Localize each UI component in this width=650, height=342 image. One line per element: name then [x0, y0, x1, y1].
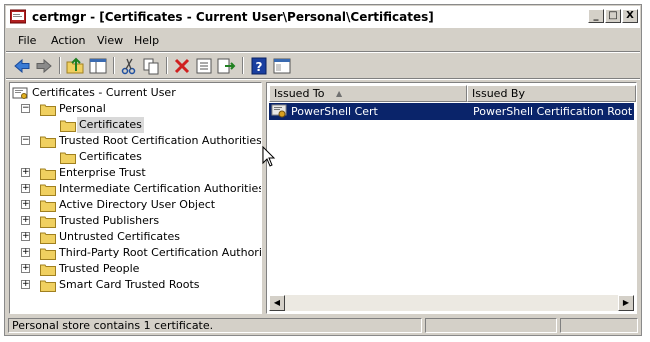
- maximize-button[interactable]: □: [605, 9, 621, 23]
- scroll-left-button[interactable]: ◀: [269, 295, 285, 311]
- back-icon[interactable]: [12, 56, 32, 76]
- expand-toggle[interactable]: +: [21, 200, 30, 209]
- folder-icon: [40, 280, 56, 292]
- folder-icon: [40, 200, 56, 212]
- folder-icon: [60, 152, 76, 164]
- title-bar[interactable]: certmgr - [Certificates - Current User\P…: [6, 6, 640, 28]
- folder-icon: [40, 168, 56, 180]
- collapse-toggle[interactable]: −: [21, 136, 30, 145]
- folder-icon: [40, 264, 56, 276]
- certificate-icon: [271, 104, 287, 118]
- window-title: certmgr - [Certificates - Current User\P…: [32, 10, 434, 24]
- expand-toggle[interactable]: +: [21, 280, 30, 289]
- tree-item-label-selected: Certificates: [77, 117, 144, 133]
- expand-toggle[interactable]: +: [21, 184, 30, 193]
- tree-root-label: Certificates - Current User: [32, 86, 176, 99]
- toolbar-separator: [166, 57, 168, 74]
- menu-separator: [6, 51, 640, 53]
- folder-icon: [40, 184, 56, 196]
- content-area: Certificates - Current User − Personal C…: [9, 82, 637, 314]
- folder-icon: [40, 104, 56, 116]
- menu-help[interactable]: Help: [134, 34, 159, 47]
- copy-icon[interactable]: [141, 56, 161, 76]
- tree-item-label: Smart Card Trusted Roots: [59, 278, 200, 291]
- tree-item-smart-card-roots[interactable]: + Smart Card Trusted Roots: [10, 277, 260, 293]
- forward-icon[interactable]: [34, 56, 54, 76]
- cut-icon[interactable]: [119, 56, 139, 76]
- tree-item-trusted-root[interactable]: − Trusted Root Certification Authorities: [10, 133, 262, 149]
- certificates-snapin-icon: [12, 87, 28, 99]
- status-text: Personal store contains 1 certificate.: [8, 318, 422, 333]
- tree-item-label: Trusted Publishers: [59, 214, 160, 227]
- status-panel-2: [425, 318, 557, 333]
- tree-item-label: Untrusted Certificates: [59, 230, 180, 243]
- column-header-label: Issued To: [274, 87, 325, 100]
- expand-toggle[interactable]: +: [21, 216, 30, 225]
- tree-item-ad-user-object[interactable]: + Active Directory User Object: [10, 197, 260, 213]
- column-header-issued-by[interactable]: Issued By: [467, 85, 636, 102]
- up-folder-icon[interactable]: [65, 56, 85, 76]
- folder-icon: [40, 232, 56, 244]
- tree-item-intermediate-ca[interactable]: + Intermediate Certification Authorities: [10, 181, 262, 197]
- folder-icon: [40, 248, 56, 260]
- column-header-label: Issued By: [472, 87, 525, 100]
- scroll-right-button[interactable]: ▶: [618, 295, 634, 311]
- certmgr-window: certmgr - [Certificates - Current User\P…: [4, 4, 642, 336]
- menu-view[interactable]: View: [97, 34, 123, 47]
- tree-item-third-party-root[interactable]: + Third-Party Root Certification Authori…: [10, 245, 262, 261]
- export-icon[interactable]: [216, 56, 236, 76]
- tree-item-untrusted-certificates[interactable]: + Untrusted Certificates: [10, 229, 260, 245]
- tree-item-trusted-people[interactable]: + Trusted People: [10, 261, 260, 277]
- minimize-button[interactable]: _: [588, 9, 604, 23]
- status-bar: Personal store contains 1 certificate.: [6, 317, 640, 334]
- tree-item-trusted-publishers[interactable]: + Trusted Publishers: [10, 213, 260, 229]
- tree-item-label: Intermediate Certification Authorities: [59, 182, 262, 195]
- toolbar-separator: [59, 57, 61, 74]
- help-icon[interactable]: ?: [249, 56, 269, 76]
- tree-item-personal-certificates[interactable]: Certificates: [10, 117, 260, 133]
- show-hide-tree-icon[interactable]: [88, 56, 108, 76]
- toolbar-separator: [242, 57, 244, 74]
- issued-to-cell: PowerShell Cert: [291, 105, 378, 118]
- tree-item-label: Personal: [59, 102, 106, 115]
- column-header-issued-to[interactable]: Issued To ▲: [269, 85, 467, 102]
- folder-open-icon: [60, 120, 76, 132]
- mouse-pointer-icon: [262, 146, 276, 167]
- collapse-toggle[interactable]: −: [21, 104, 30, 113]
- certificate-list[interactable]: Issued To ▲ Issued By PowerShell Cert Po…: [266, 82, 637, 314]
- folder-icon: [40, 136, 56, 148]
- horizontal-scrollbar[interactable]: ◀ ▶: [269, 295, 634, 311]
- toolbar-separator: [113, 57, 115, 74]
- tree-item-label: Certificates: [79, 150, 142, 163]
- sort-ascending-icon: ▲: [336, 89, 343, 98]
- delete-icon[interactable]: [172, 56, 192, 76]
- tree-item-label: Active Directory User Object: [59, 198, 216, 211]
- close-button[interactable]: X: [622, 9, 638, 23]
- menu-bar: File Action View Help: [6, 31, 640, 51]
- tree-item-personal[interactable]: − Personal: [10, 101, 260, 117]
- menu-file[interactable]: File: [18, 34, 36, 47]
- list-item[interactable]: PowerShell Cert PowerShell Certification…: [269, 103, 634, 120]
- svg-text:?: ?: [256, 60, 263, 74]
- expand-toggle[interactable]: +: [21, 168, 30, 177]
- status-panel-3: [560, 318, 638, 333]
- tree-item-label: Trusted Root Certification Authorities: [59, 134, 262, 147]
- toolbar-separator-line: [6, 78, 640, 80]
- expand-toggle[interactable]: +: [21, 232, 30, 241]
- menu-action[interactable]: Action: [51, 34, 85, 47]
- expand-toggle[interactable]: +: [21, 248, 30, 257]
- toolbar: ?: [6, 54, 640, 78]
- console-tree-icon[interactable]: [272, 56, 292, 76]
- tree-item-label: Enterprise Trust: [59, 166, 146, 179]
- folder-icon: [40, 216, 56, 228]
- tree-item-enterprise-trust[interactable]: + Enterprise Trust: [10, 165, 260, 181]
- expand-toggle[interactable]: +: [21, 264, 30, 273]
- properties-icon[interactable]: [194, 56, 214, 76]
- tree-item-label: Third-Party Root Certification Authoriti…: [59, 246, 262, 259]
- tree-item-trusted-root-certificates[interactable]: Certificates: [10, 149, 260, 165]
- console-tree[interactable]: Certificates - Current User − Personal C…: [9, 82, 262, 314]
- issued-by-cell: PowerShell Certification Root: [473, 105, 633, 118]
- tree-item-label: Trusted People: [59, 262, 140, 275]
- certmgr-app-icon: [10, 9, 26, 24]
